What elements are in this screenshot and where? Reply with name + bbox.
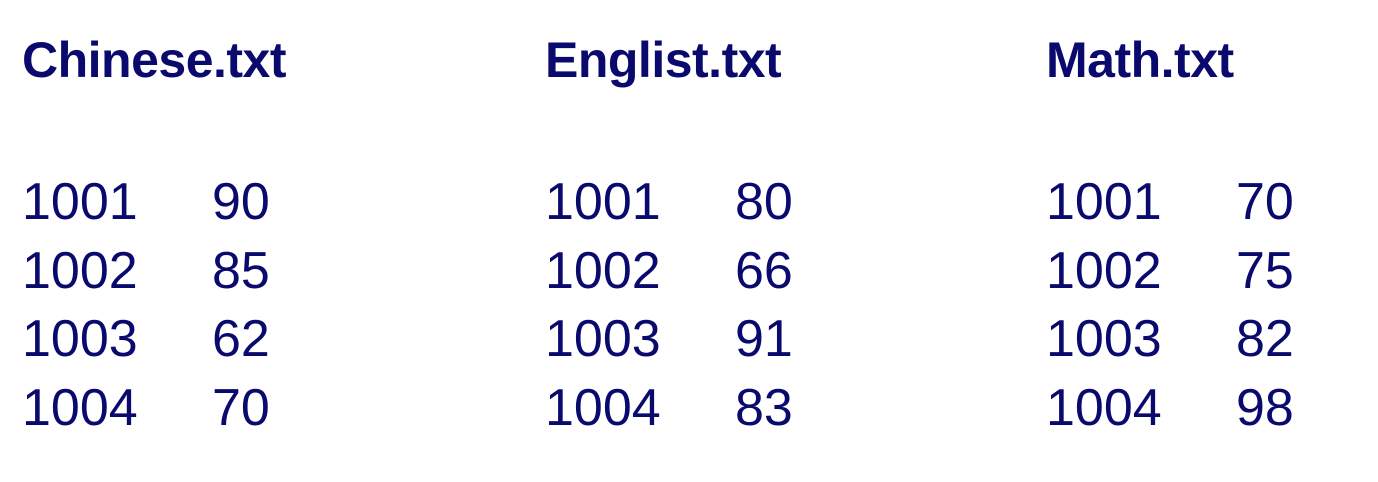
score-value: 62 [212,310,270,368]
score-row: 1003 62 [22,305,312,374]
score-value: 70 [212,378,270,437]
score-row: 1004 83 [545,374,835,443]
score-value: 82 [1236,310,1294,368]
score-value: 91 [735,310,793,368]
file-title: Englist.txt [545,32,782,88]
score-value: 83 [735,378,793,437]
student-id: 1003 [1046,310,1162,368]
score-row: 1002 85 [22,237,312,306]
student-id: 1003 [545,310,661,368]
score-value: 85 [212,241,270,300]
file-block-math: Math.txt 1001 70 1002 75 1003 82 1004 98 [1046,28,1336,442]
file-block-chinese: Chinese.txt 1001 90 1002 85 1003 62 1004… [22,28,312,442]
score-row: 1004 98 [1046,374,1336,443]
student-id: 1003 [22,310,138,368]
file-title: Chinese.txt [22,32,287,88]
score-value: 80 [735,173,793,231]
file-block-english: Englist.txt 1001 80 1002 66 1003 91 1004… [545,28,835,442]
score-row: 1001 90 [22,168,312,237]
file-title: Math.txt [1046,32,1234,88]
score-list: 1001 70 1002 75 1003 82 1004 98 [1046,168,1336,442]
score-row: 1003 91 [545,305,835,374]
student-id: 1001 [545,173,661,231]
score-row: 1004 70 [22,374,312,443]
score-value: 66 [735,241,793,300]
score-value: 70 [1236,173,1294,231]
score-row: 1002 66 [545,237,835,306]
score-row: 1002 75 [1046,237,1336,306]
student-id: 1002 [1046,241,1162,300]
score-list: 1001 80 1002 66 1003 91 1004 83 [545,168,835,442]
score-value: 98 [1236,378,1294,437]
student-id: 1002 [545,241,661,300]
score-value: 90 [212,173,270,231]
student-id: 1002 [22,241,138,300]
score-row: 1001 80 [545,168,835,237]
student-id: 1001 [1046,173,1162,231]
student-id: 1004 [545,378,661,437]
score-row: 1001 70 [1046,168,1336,237]
score-value: 75 [1236,241,1294,300]
score-list: 1001 90 1002 85 1003 62 1004 70 [22,168,312,442]
student-id: 1004 [22,378,138,437]
score-row: 1003 82 [1046,305,1336,374]
student-id: 1004 [1046,378,1162,437]
student-id: 1001 [22,173,138,231]
